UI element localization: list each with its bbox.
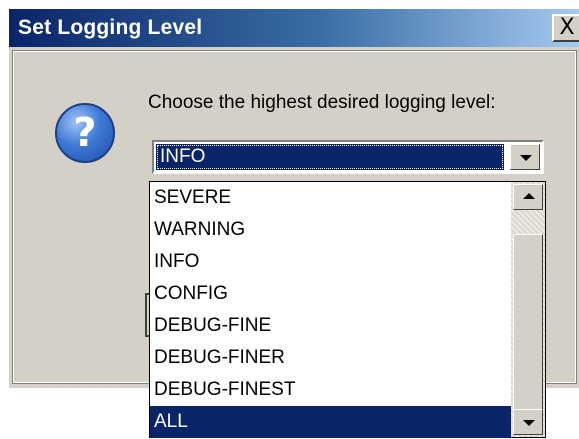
arrow-down-icon xyxy=(523,420,535,426)
option-info[interactable]: INFO xyxy=(150,246,512,278)
option-debug-finest[interactable]: DEBUG-FINEST xyxy=(150,374,512,406)
scroll-thumb[interactable] xyxy=(513,234,543,410)
prompt-label: Choose the highest desired logging level… xyxy=(148,92,496,113)
option-list: SEVERE WARNING INFO CONFIG DEBUG-FINE DE… xyxy=(150,182,512,438)
scroll-up-button[interactable] xyxy=(513,184,543,210)
selected-value: INFO xyxy=(156,144,504,170)
chevron-down-icon xyxy=(520,155,532,161)
arrow-up-icon xyxy=(523,193,535,199)
question-icon: ? xyxy=(55,103,115,163)
dropdown-list: SEVERE WARNING INFO CONFIG DEBUG-FINE DE… xyxy=(149,181,546,438)
option-debug-fine[interactable]: DEBUG-FINE xyxy=(150,310,512,342)
dropdown-button[interactable] xyxy=(510,144,540,170)
window-title: Set Logging Level xyxy=(18,16,203,39)
option-all[interactable]: ALL xyxy=(150,406,512,438)
scroll-down-button[interactable] xyxy=(513,409,543,435)
close-button[interactable]: X xyxy=(552,14,579,42)
option-config[interactable]: CONFIG xyxy=(150,278,512,310)
option-warning[interactable]: WARNING xyxy=(150,214,512,246)
title-bar[interactable]: Set Logging Level X xyxy=(9,9,579,47)
option-severe[interactable]: SEVERE xyxy=(150,182,512,214)
logging-level-select[interactable]: INFO xyxy=(152,140,544,174)
list-scrollbar[interactable] xyxy=(511,182,545,437)
option-debug-finer[interactable]: DEBUG-FINER xyxy=(150,342,512,374)
